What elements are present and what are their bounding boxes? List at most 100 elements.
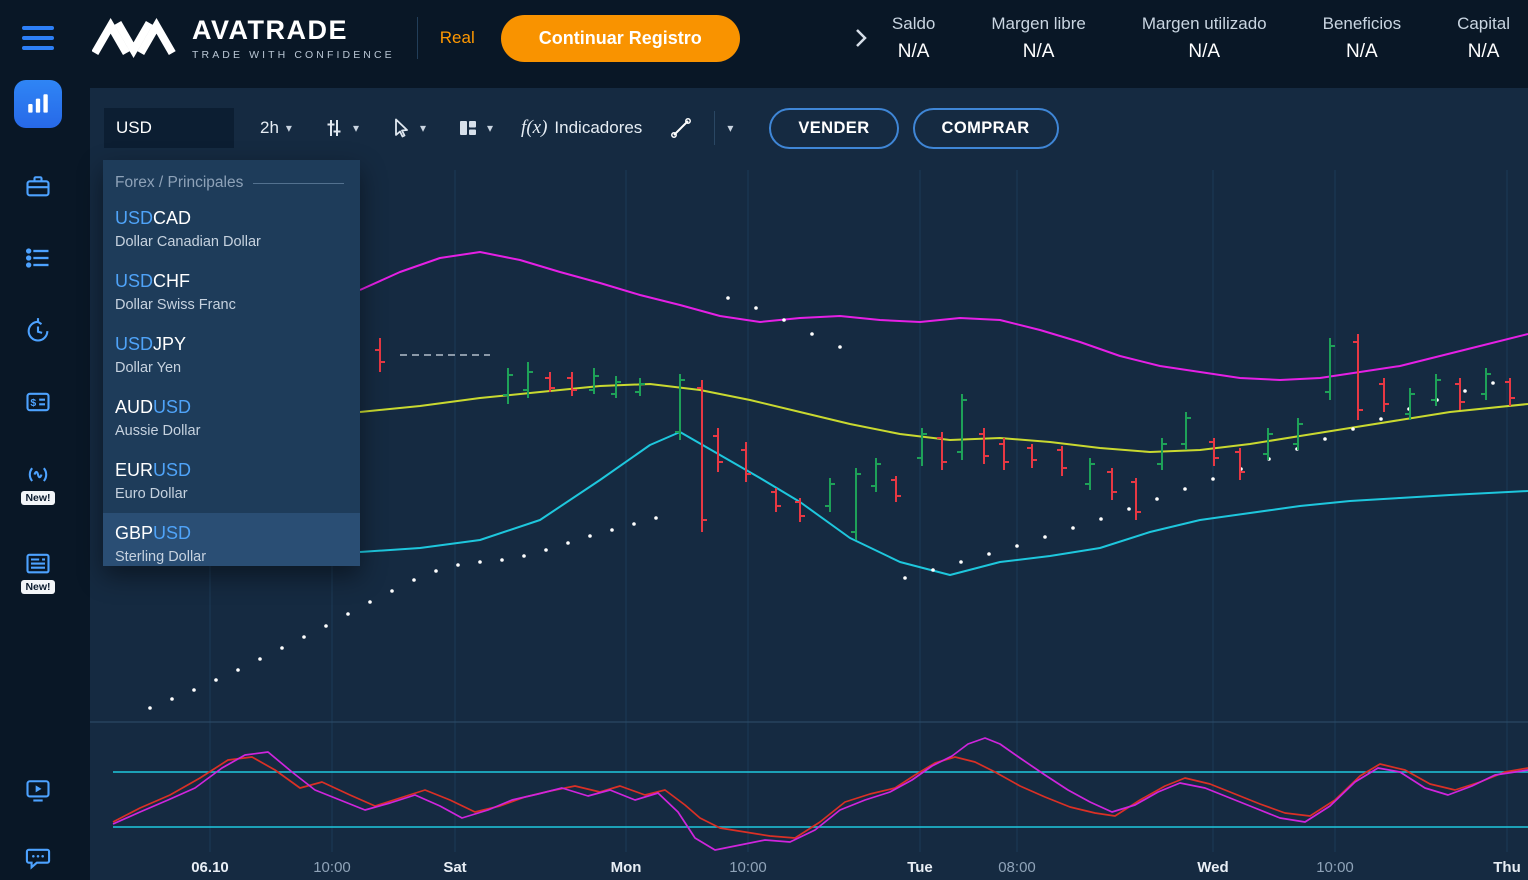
stat-label: Margen utilizado [1141,13,1267,33]
top-header: AVATRADE TRADE WITH CONFIDENCE Real Cont… [0,0,1528,76]
symbol-description: Dollar Swiss Franc [115,297,236,313]
symbol-option-usdjpy[interactable]: USDJPY Dollar Yen [103,324,360,387]
sliders-icon [327,120,341,136]
symbol-description: Dollar Yen [115,360,182,376]
new-badge: New! [21,580,55,594]
timeframe-value: 2h [260,118,279,137]
stat-margen-utilizado: Margen utilizado N/A [1142,14,1267,63]
chart-panel: 06.10 10:00 Sat Mon 10:00 Tue 08:00 Wed 10:00 Thu… [90,88,1528,880]
hamburger-menu-icon [22,26,54,50]
stat-value: N/A [1022,40,1055,62]
svg-text:10:00: 10:00 [313,859,351,876]
sidebar-item-transactions[interactable]: $ [24,388,52,416]
cursor-icon [395,118,408,138]
sidebar-item-history[interactable] [24,316,52,344]
news-icon [26,553,50,574]
trend-line-tool-button[interactable] [668,115,694,141]
layout-icon [460,121,477,135]
stat-label: Beneficios [1322,13,1402,33]
new-badge: New! [21,491,55,505]
sidebar-item-signals[interactable]: New! [21,460,55,505]
timeframe-select[interactable]: 2h ▾ [260,118,292,138]
list-icon [25,248,49,268]
sidebar-item-markets[interactable] [14,80,62,128]
dropdown-group-divider [253,182,344,184]
trend-line-icon [671,118,692,138]
stat-saldo: Saldo N/A [892,14,935,63]
indicators-label: Indicadores [554,118,643,137]
stat-label: Capital [1457,13,1510,33]
svg-text:Wed: Wed [1197,859,1228,876]
symbol-name: USDCAD [115,208,192,228]
symbol-name: EURUSD [115,460,192,480]
statement-icon: $ [26,392,50,412]
history-icon [27,318,49,342]
signal-icon [28,467,48,482]
continue-registration-button[interactable]: Continuar Registro [500,14,740,62]
symbol-description: Sterling Dollar [115,549,207,565]
buy-button[interactable]: COMPRAR [912,107,1059,149]
symbol-option-audusd[interactable]: AUDUSD Aussie Dollar [103,387,360,450]
stat-label: Saldo [891,13,936,33]
chart-type-dropdown[interactable]: ▾ [322,116,359,140]
stat-capital: Capital N/A [1457,14,1510,63]
stat-value: N/A [897,40,930,62]
symbol-option-usdcad[interactable]: USDCAD Dollar Canadian Dollar [103,198,360,261]
svg-text:Sat: Sat [443,859,466,876]
bar-chart-icon [28,94,48,113]
indicators-button[interactable]: f(x) Indicadores [521,117,642,139]
sidebar-item-tutorials[interactable] [24,776,52,804]
cursor-tool-dropdown[interactable]: ▾ [389,116,426,140]
symbol-option-usdchf[interactable]: USDCHF Dollar Swiss Franc [103,261,360,324]
sidebar-nav: $ New! New! [0,76,76,880]
drawing-tools-dropdown[interactable]: ▾ [727,121,733,135]
sidebar-item-news[interactable]: New! [21,549,55,594]
chevron-right-icon [856,29,867,47]
symbol-name: AUDUSD [115,397,192,417]
menu-button[interactable] [0,26,76,50]
account-stats: Saldo N/A Margen libre N/A Margen utilizado N… [892,14,1510,63]
stat-margen-libre: Margen libre N/A [991,14,1086,63]
video-icon [26,780,50,802]
chevron-down-icon: ▾ [727,121,734,135]
chevron-down-icon: ▾ [285,121,292,135]
stat-value: N/A [1346,40,1378,62]
symbol-search-input[interactable] [104,108,234,148]
svg-text:10:00: 10:00 [1316,859,1354,876]
fx-icon: f(x) [521,117,548,138]
symbol-option-gbpusd[interactable]: GBPUSD Sterling Dollar [103,513,360,566]
stat-value: N/A [1467,40,1500,62]
symbol-option-eurusd[interactable]: EURUSD Euro Dollar [103,450,360,513]
symbol-name: USDJPY [115,334,187,354]
dropdown-group-header: Forex / Principales [103,160,360,198]
stats-expand-button[interactable] [854,26,868,50]
layout-dropdown[interactable]: ▾ [456,116,493,140]
symbol-description: Euro Dollar [115,486,188,502]
brand-name: AVATRADE [192,15,348,45]
svg-text:08:00: 08:00 [998,859,1036,876]
dropdown-group-label: Forex / Principales [115,174,244,191]
symbol-description: Dollar Canadian Dollar [115,234,261,250]
sidebar-item-portfolio[interactable] [24,172,52,200]
chat-icon [25,848,51,870]
svg-text:10:00: 10:00 [729,859,767,876]
chart-toolbar: 2h ▾ ▾ ▾ [90,88,1528,168]
symbol-description: Aussie Dollar [115,423,201,439]
sidebar-item-support-chat[interactable] [24,844,52,872]
chevron-down-icon: ▾ [419,121,427,135]
sidebar-item-orders[interactable] [24,244,52,272]
chevron-down-icon: ▾ [352,121,359,135]
svg-text:Tue: Tue [907,859,933,876]
symbol-name: USDCHF [115,271,191,291]
symbol-list: USDCAD Dollar Canadian Dollar USDCHF Dollar… [103,198,360,566]
chevron-down-icon: ▾ [487,121,494,135]
briefcase-icon [26,176,50,197]
symbol-name: GBPUSD [115,523,192,543]
avatrade-logo-icon [92,17,176,59]
symbol-dropdown: Forex / Principales USDCAD Dollar Canadia… [103,160,360,566]
svg-text:$: $ [30,397,36,409]
stat-value: N/A [1188,40,1221,62]
svg-text:Thu: Thu [1493,859,1521,876]
stat-beneficios: Beneficios N/A [1323,14,1401,63]
sell-button[interactable]: VENDER [769,107,899,149]
